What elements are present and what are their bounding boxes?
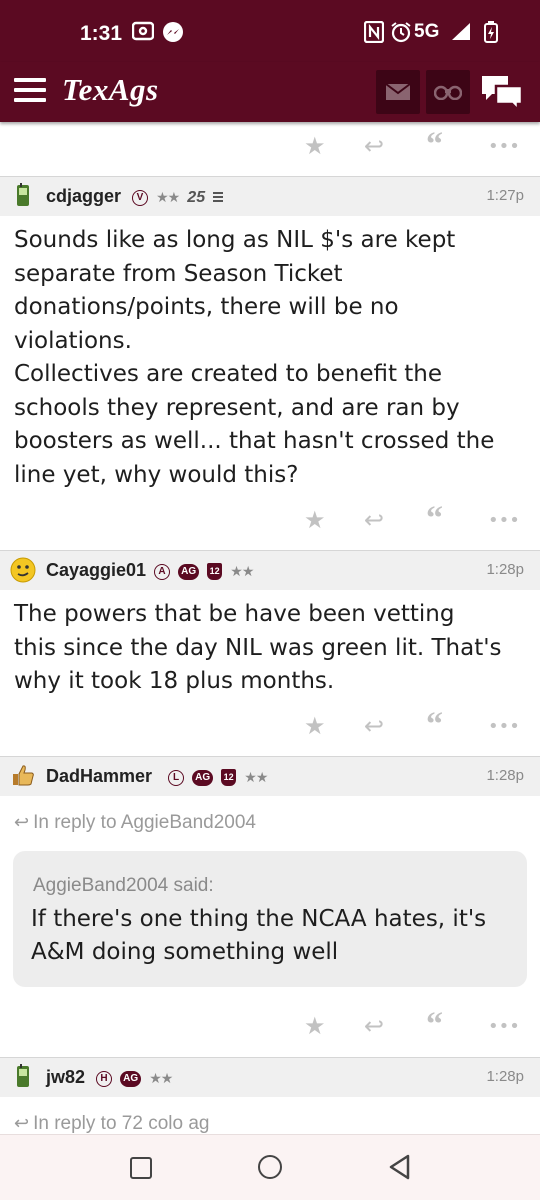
stars-badge: ★★ <box>244 769 268 786</box>
badge-letter: V <box>132 189 148 206</box>
quote-icon[interactable]: “ <box>426 500 443 538</box>
more-icon[interactable]: ••• <box>488 510 520 531</box>
system-nav-bar <box>0 1134 540 1200</box>
years-badge: 25 <box>187 188 206 206</box>
ag-badge: AG <box>120 1070 142 1087</box>
badge-letter: L <box>168 769 184 786</box>
cast-icon <box>131 21 155 46</box>
emoji-avatar-icon[interactable] <box>10 557 36 583</box>
status-time: 1:31 <box>80 22 123 45</box>
back-icon[interactable] <box>388 1154 412 1180</box>
star-icon[interactable]: ★ <box>304 132 326 160</box>
post-actions: ★ ↩ “ ••• <box>0 702 540 752</box>
more-icon[interactable]: ••• <box>488 1016 520 1037</box>
page: 1:31 5G TexAgs ★ ↩ “ ••• cdjagger V ★★ 2… <box>0 0 540 1200</box>
quote-icon[interactable]: “ <box>426 706 443 744</box>
post-time: 1:28p <box>486 1068 524 1085</box>
badge-letter: A <box>154 563 170 580</box>
mail-icon[interactable] <box>376 70 420 114</box>
thumbs-up-avatar-icon[interactable] <box>10 763 36 789</box>
home-icon[interactable] <box>258 1155 282 1179</box>
phone-avatar-icon[interactable] <box>10 1064 36 1090</box>
app-header: TexAgs <box>0 62 540 122</box>
signal-icon <box>450 21 472 46</box>
quote-text: If there's one thing the NCAA hates, it'… <box>31 906 487 965</box>
alarm-icon <box>390 21 412 48</box>
post-actions: ★ ↩ “ ••• <box>0 496 540 546</box>
username[interactable]: cdjagger <box>46 186 121 207</box>
quote-icon[interactable]: “ <box>426 126 443 164</box>
post-time: 1:28p <box>486 767 524 784</box>
stars-badge: ★★ <box>156 189 180 206</box>
post-header: Cayaggie01 A AG 12 ★★ 1:28p <box>0 550 540 590</box>
post-header: jw82 H AG ★★ 1:28p <box>0 1057 540 1097</box>
phone-avatar-icon[interactable] <box>10 183 36 209</box>
messenger-icon <box>162 21 184 48</box>
user-badges: H AG ★★ <box>96 1068 175 1087</box>
post-body: Sounds like as long as NIL $'s are kept … <box>14 227 495 488</box>
logo[interactable]: TexAgs <box>62 72 159 108</box>
reply-to-link[interactable]: ↩ In reply to 72 colo ag <box>14 1113 209 1135</box>
chat-icon[interactable] <box>478 72 526 116</box>
username[interactable]: jw82 <box>46 1067 85 1088</box>
post-body: The powers that be have been vetting thi… <box>14 601 502 694</box>
12th-man-badge: 12 <box>221 769 237 786</box>
reply-to-text: In reply to 72 colo ag <box>33 1113 210 1134</box>
post-time: 1:27p <box>486 187 524 204</box>
status-bar: 1:31 5G <box>0 0 540 62</box>
reply-icon[interactable]: ↩ <box>364 132 384 160</box>
reply-icon[interactable]: ↩ <box>364 506 384 534</box>
star-icon[interactable]: ★ <box>304 712 326 740</box>
post-time: 1:28p <box>486 561 524 578</box>
quote-block: AggieBand2004 said: If there's one thing… <box>13 851 527 987</box>
reply-arrow-icon: ↩ <box>14 1113 30 1133</box>
star-icon[interactable]: ★ <box>304 506 326 534</box>
battery-icon <box>484 21 498 48</box>
12th-man-badge: 12 <box>207 563 223 580</box>
recents-icon[interactable] <box>130 1157 152 1179</box>
more-icon[interactable]: ••• <box>488 136 520 157</box>
binoculars-icon[interactable] <box>426 70 470 114</box>
post-header: DadHammer L AG 12 ★★ 1:28p <box>0 756 540 796</box>
post-actions: ★ ↩ “ ••• <box>0 122 540 172</box>
post-actions: ★ ↩ “ ••• <box>0 1002 540 1052</box>
user-badges: V ★★ 25 <box>132 187 226 207</box>
nfc-icon <box>363 20 385 48</box>
quote-author[interactable]: AggieBand2004 said: <box>33 875 214 897</box>
post-header: cdjagger V ★★ 25 1:27p <box>0 176 540 216</box>
network-type: 5G <box>414 21 440 42</box>
years-badge-icon <box>213 188 224 207</box>
stars-badge: ★★ <box>149 1070 173 1087</box>
badge-letter: H <box>96 1070 112 1087</box>
reply-to-link[interactable]: ↩ In reply to AggieBand2004 <box>14 812 256 834</box>
star-icon[interactable]: ★ <box>304 1012 326 1040</box>
reply-arrow-icon: ↩ <box>14 812 30 832</box>
menu-icon[interactable] <box>14 78 46 102</box>
username[interactable]: DadHammer <box>46 766 152 787</box>
username[interactable]: Cayaggie01 <box>46 560 146 581</box>
user-badges: L AG 12 ★★ <box>168 767 270 786</box>
reply-icon[interactable]: ↩ <box>364 712 384 740</box>
user-badges: A AG 12 ★★ <box>154 561 256 580</box>
reply-to-text: In reply to AggieBand2004 <box>33 812 256 833</box>
more-icon[interactable]: ••• <box>488 716 520 737</box>
ag-badge: AG <box>178 563 200 580</box>
stars-badge: ★★ <box>230 563 254 580</box>
reply-icon[interactable]: ↩ <box>364 1012 384 1040</box>
ag-badge: AG <box>192 769 214 786</box>
quote-icon[interactable]: “ <box>426 1006 443 1044</box>
